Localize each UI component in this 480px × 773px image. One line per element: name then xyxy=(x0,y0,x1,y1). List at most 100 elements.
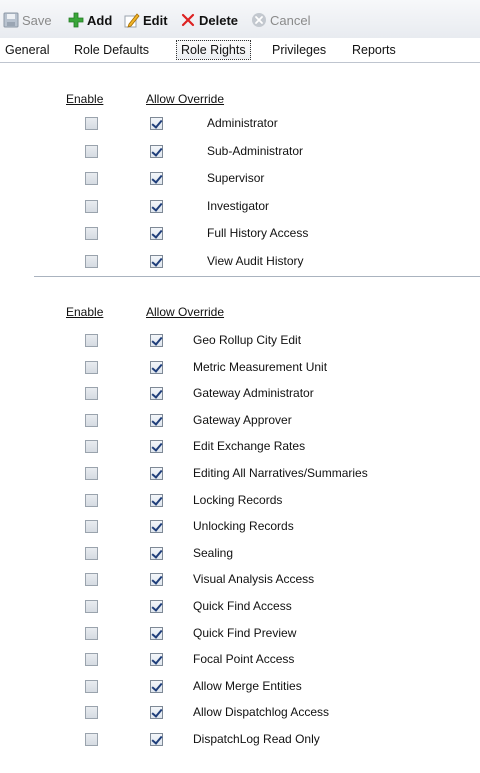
section2-enable-header: Enable xyxy=(66,305,104,319)
tab-role-rights[interactable]: Role Rights xyxy=(176,40,251,60)
right-label: Full History Access xyxy=(207,226,309,240)
allow-override-checkbox[interactable] xyxy=(150,254,163,268)
allow-override-checkbox[interactable] xyxy=(150,653,163,667)
enable-checkbox[interactable] xyxy=(85,546,98,560)
enable-checkbox[interactable] xyxy=(85,144,98,158)
right-label: Unlocking Records xyxy=(193,519,294,534)
add-button[interactable]: Add xyxy=(68,11,112,29)
allow-override-checkbox[interactable] xyxy=(150,679,163,693)
allow-override-checkbox[interactable] xyxy=(150,520,163,534)
enable-checkbox[interactable] xyxy=(85,360,98,374)
enable-checkbox[interactable] xyxy=(85,653,98,667)
allow-override-checkbox[interactable] xyxy=(150,733,163,746)
edit-button[interactable]: Edit xyxy=(124,11,168,29)
allow-override-checkbox[interactable] xyxy=(150,144,163,158)
right-label: Editing All Narratives/Summaries xyxy=(193,466,368,480)
right-label: Gateway Approver xyxy=(193,412,292,427)
right-label: Allow Merge Entities xyxy=(193,678,302,693)
right-label: Locking Records xyxy=(193,492,283,507)
right-label: Sub-Administrator xyxy=(207,143,304,158)
allow-override-checkbox[interactable] xyxy=(150,467,163,480)
enable-checkbox[interactable] xyxy=(85,199,98,213)
delete-x-icon xyxy=(181,13,195,27)
enable-checkbox[interactable] xyxy=(85,387,98,401)
list-item: Gateway Administrator xyxy=(0,386,480,402)
enable-checkbox[interactable] xyxy=(85,467,98,480)
add-label: Add xyxy=(87,12,113,28)
toolbar: Save Add Edit Delete Cancel xyxy=(0,0,480,39)
list-item: Supervisor xyxy=(0,171,480,187)
enable-checkbox[interactable] xyxy=(85,334,98,347)
cancel-button[interactable]: Cancel xyxy=(251,11,310,29)
cancel-label: Cancel xyxy=(270,12,311,28)
right-label: View Audit History xyxy=(207,253,304,268)
right-label: Geo Rollup City Edit xyxy=(193,333,302,347)
allow-override-checkbox[interactable] xyxy=(150,706,163,720)
right-label: Visual Analysis Access xyxy=(193,572,315,587)
allow-override-checkbox[interactable] xyxy=(150,626,163,640)
list-item: Edit Exchange Rates xyxy=(0,439,480,455)
tab-strip: General Role Defaults Role Rights Privil… xyxy=(0,38,480,63)
right-label: Supervisor xyxy=(207,171,265,185)
enable-checkbox[interactable] xyxy=(85,626,98,640)
enable-checkbox[interactable] xyxy=(85,600,98,613)
list-item: Geo Rollup City Edit xyxy=(0,333,480,349)
enable-checkbox[interactable] xyxy=(85,172,98,185)
right-label: Edit Exchange Rates xyxy=(193,439,306,454)
delete-label: Delete xyxy=(199,12,239,28)
enable-checkbox[interactable] xyxy=(85,733,98,746)
list-item: Administrator xyxy=(0,116,480,132)
save-icon xyxy=(3,12,19,28)
list-item: Gateway Approver xyxy=(0,413,480,429)
enable-checkbox[interactable] xyxy=(85,440,98,454)
enable-checkbox[interactable] xyxy=(85,493,98,507)
save-button[interactable]: Save xyxy=(3,11,52,29)
right-label: DispatchLog Read Only xyxy=(193,732,320,746)
list-item: Locking Records xyxy=(0,493,480,509)
list-item: Metric Measurement Unit xyxy=(0,360,480,376)
allow-override-checkbox[interactable] xyxy=(150,573,163,587)
list-item: Focal Point Access xyxy=(0,652,480,668)
right-label: Sealing xyxy=(193,545,234,560)
section-divider xyxy=(34,276,480,277)
list-item: Sub-Administrator xyxy=(0,144,480,160)
enable-checkbox[interactable] xyxy=(85,227,98,240)
list-item: View Audit History xyxy=(0,254,480,270)
right-label: Allow Dispatchlog Access xyxy=(193,705,330,720)
allow-override-checkbox[interactable] xyxy=(150,117,163,130)
pencil-icon xyxy=(124,13,140,28)
plus-icon xyxy=(68,12,84,28)
right-label: Focal Point Access xyxy=(193,652,295,667)
allow-override-checkbox[interactable] xyxy=(150,172,163,185)
tab-role-defaults[interactable]: Role Defaults xyxy=(72,41,151,59)
allow-override-checkbox[interactable] xyxy=(150,360,163,374)
right-label: Gateway Administrator xyxy=(193,386,314,401)
tab-general[interactable]: General xyxy=(3,41,51,59)
delete-button[interactable]: Delete xyxy=(180,11,238,29)
list-item: Allow Merge Entities xyxy=(0,679,480,695)
enable-checkbox[interactable] xyxy=(85,573,98,587)
enable-checkbox[interactable] xyxy=(85,520,98,534)
allow-override-checkbox[interactable] xyxy=(150,387,163,401)
list-item: Editing All Narratives/Summaries xyxy=(0,466,480,482)
list-item: Full History Access xyxy=(0,226,480,242)
enable-checkbox[interactable] xyxy=(85,413,98,427)
allow-override-checkbox[interactable] xyxy=(150,334,163,347)
allow-override-checkbox[interactable] xyxy=(150,413,163,427)
list-item: Quick Find Access xyxy=(0,599,480,615)
list-item: Unlocking Records xyxy=(0,519,480,535)
enable-checkbox[interactable] xyxy=(85,117,98,130)
list-item: Quick Find Preview xyxy=(0,626,480,642)
enable-checkbox[interactable] xyxy=(85,254,98,268)
allow-override-checkbox[interactable] xyxy=(150,199,163,213)
tab-privileges[interactable]: Privileges xyxy=(270,41,328,59)
allow-override-checkbox[interactable] xyxy=(150,546,163,560)
enable-checkbox[interactable] xyxy=(85,679,98,693)
tab-reports[interactable]: Reports xyxy=(350,41,398,59)
allow-override-checkbox[interactable] xyxy=(150,440,163,454)
list-item: DispatchLog Read Only xyxy=(0,732,480,748)
allow-override-checkbox[interactable] xyxy=(150,227,163,240)
allow-override-checkbox[interactable] xyxy=(150,493,163,507)
allow-override-checkbox[interactable] xyxy=(150,600,163,613)
enable-checkbox[interactable] xyxy=(85,706,98,720)
